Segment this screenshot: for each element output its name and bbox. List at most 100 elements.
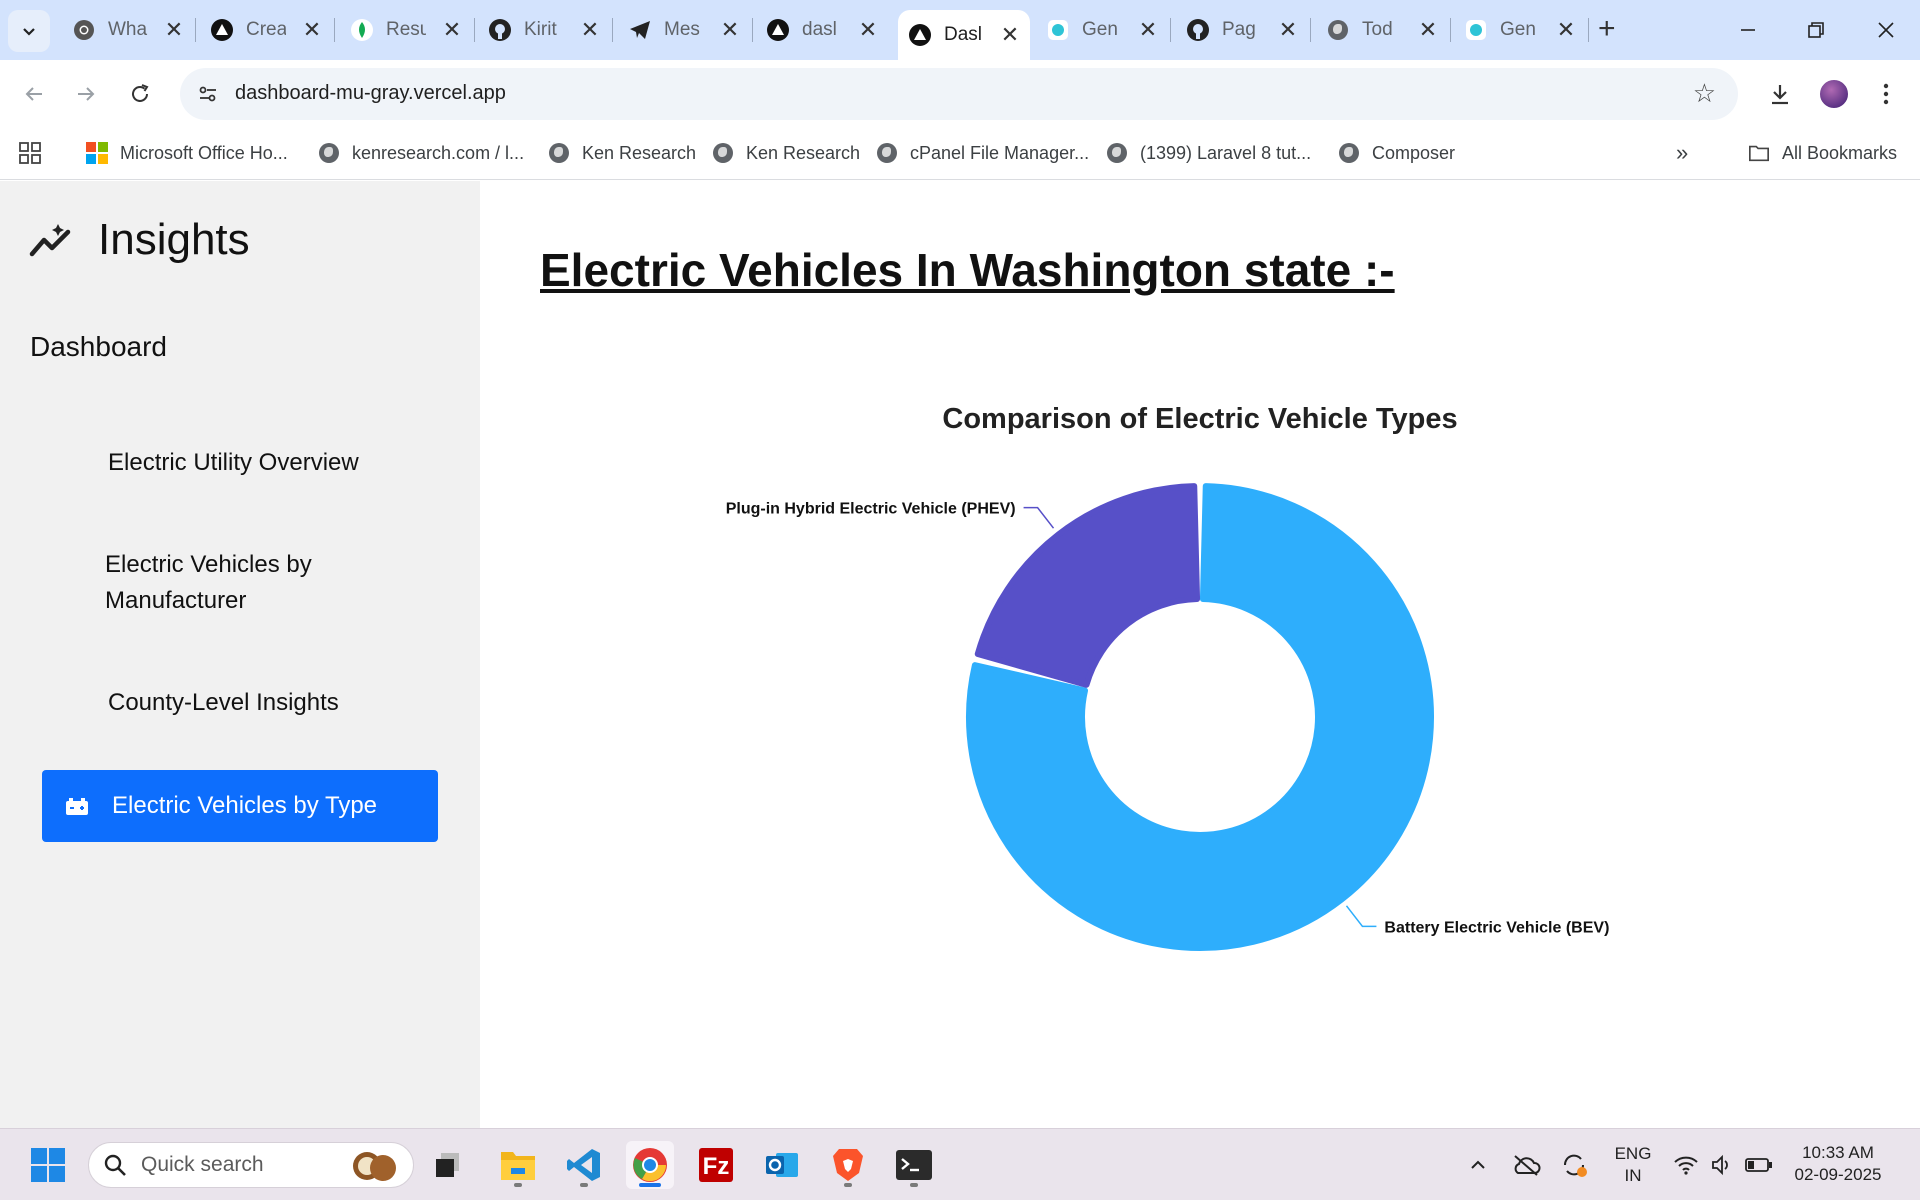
sidebar-item-county-level-insights[interactable]: County-Level Insights <box>108 685 339 721</box>
bookmark-item[interactable]: Composer <box>1338 138 1455 168</box>
close-icon[interactable]: ✕ <box>720 17 740 43</box>
sidebar-item-label: Manufacturer <box>105 587 247 614</box>
tab-8[interactable]: Pag ✕ <box>1176 10 1308 50</box>
close-icon[interactable]: ✕ <box>1000 22 1020 48</box>
reload-button[interactable] <box>122 76 158 112</box>
taskbar-app-outlook[interactable] <box>758 1141 806 1189</box>
close-window-button[interactable] <box>1858 8 1914 52</box>
more-bookmarks-button[interactable]: » <box>1676 138 1688 168</box>
globe-icon <box>1326 18 1350 42</box>
gemini-icon <box>1046 18 1070 42</box>
bookmark-star-icon[interactable]: ☆ <box>1693 78 1716 109</box>
clock-time: 10:33 AM <box>1802 1143 1874 1162</box>
reload-icon <box>132 84 149 102</box>
coconut-widget-icon <box>353 1152 396 1181</box>
tab-separator <box>612 18 613 42</box>
sidebar-item-electric-utility-overview[interactable]: Electric Utility Overview <box>108 445 359 481</box>
tab-title: dasl <box>802 19 837 40</box>
tab-2[interactable]: Resu ✕ <box>340 10 472 50</box>
bookmark-item[interactable]: Microsoft Office Ho... <box>86 138 288 168</box>
vscode-icon <box>567 1149 600 1181</box>
taskbar-app-chrome[interactable] <box>626 1141 674 1189</box>
sidebar-item-label: County-Level Insights <box>108 689 339 716</box>
chevron-down-icon <box>23 28 35 36</box>
forward-button[interactable] <box>68 76 104 112</box>
leader-line-plug-in-hybrid-electric-vehicle-phev <box>1023 506 1055 529</box>
task-view-button[interactable] <box>424 1141 472 1189</box>
taskbar-search[interactable]: Quick search <box>88 1142 414 1188</box>
apps-button[interactable] <box>18 138 42 168</box>
minimize-button[interactable] <box>1720 8 1776 52</box>
taskbar-app-vscode[interactable] <box>560 1141 608 1189</box>
chrome-icon <box>633 1148 667 1182</box>
vercel-icon <box>766 18 790 42</box>
github-icon <box>1186 18 1210 42</box>
close-icon[interactable]: ✕ <box>302 17 322 43</box>
car-battery-icon <box>66 798 88 815</box>
battery-icon <box>1744 1158 1772 1172</box>
insights-chart-icon <box>29 224 71 257</box>
windows-logo-icon <box>31 1148 65 1182</box>
profile-button[interactable] <box>1816 76 1852 112</box>
tab-search-button[interactable] <box>8 10 50 52</box>
bookmark-item[interactable]: kenresearch.com / l... <box>318 138 524 168</box>
tab-title: Dasl <box>944 24 983 45</box>
onedrive-button[interactable] <box>1502 1141 1550 1189</box>
tab-9[interactable]: Tod ✕ <box>1316 10 1448 50</box>
brand-title: Insights <box>98 215 250 264</box>
close-icon[interactable]: ✕ <box>1418 17 1438 43</box>
site-info-icon[interactable] <box>194 80 222 108</box>
sync-status-button[interactable] <box>1550 1141 1598 1189</box>
tab-6-active[interactable]: Dasl ✕ <box>898 10 1030 60</box>
taskbar-app-brave[interactable] <box>824 1141 872 1189</box>
all-bookmarks-button[interactable]: All Bookmarks <box>1748 138 1897 168</box>
sidebar-item-electric-vehicles-by-manufacturer[interactable]: Electric Vehicles by Manufacturer <box>105 547 312 619</box>
sidebar-section-dashboard[interactable]: Dashboard <box>30 331 167 363</box>
volume-icon <box>1712 1154 1728 1176</box>
close-icon[interactable]: ✕ <box>1556 17 1576 43</box>
bookmark-item[interactable]: (1399) Laravel 8 tut... <box>1106 138 1311 168</box>
show-hidden-icons-button[interactable] <box>1454 1141 1502 1189</box>
new-tab-button[interactable]: + <box>1598 12 1616 46</box>
downloads-button[interactable] <box>1762 76 1798 112</box>
tab-0[interactable]: Wha ✕ <box>62 10 194 50</box>
tab-5[interactable]: dasl ✕ <box>756 10 888 50</box>
close-icon[interactable]: ✕ <box>442 17 462 43</box>
download-icon <box>1772 85 1788 105</box>
back-button[interactable] <box>16 76 52 112</box>
sidebar-item-electric-vehicles-by-type[interactable]: Electric Vehicles by Type <box>42 770 438 842</box>
address-bar[interactable]: dashboard-mu-gray.vercel.app ☆ <box>180 68 1738 120</box>
taskbar-app-terminal[interactable] <box>890 1141 938 1189</box>
telegram-icon <box>628 18 652 42</box>
bookmark-item[interactable]: Ken Research <box>548 138 696 168</box>
terminal-icon <box>896 1150 932 1180</box>
start-button[interactable] <box>24 1141 72 1189</box>
tab-3[interactable]: Kirit ✕ <box>478 10 610 50</box>
clock[interactable]: 10:33 AM 02-09-2025 <box>1778 1142 1898 1186</box>
brand[interactable]: Insights <box>28 215 250 265</box>
close-icon[interactable]: ✕ <box>1138 17 1158 43</box>
globe-icon <box>318 142 340 164</box>
bookmark-item[interactable]: cPanel File Manager... <box>876 138 1089 168</box>
taskbar-app-file-explorer[interactable] <box>494 1141 542 1189</box>
globe-icon <box>1338 142 1360 164</box>
bookmark-label: (1399) Laravel 8 tut... <box>1140 142 1312 163</box>
close-icon[interactable]: ✕ <box>164 17 184 43</box>
bookmark-item[interactable]: Ken Research <box>712 138 860 168</box>
browser-menu-button[interactable] <box>1868 76 1904 112</box>
main-content: Electric Vehicles In Washington state :-… <box>480 181 1920 1128</box>
tab-title: Tod <box>1362 19 1393 40</box>
url-text[interactable]: dashboard-mu-gray.vercel.app <box>235 82 506 105</box>
taskbar-app-filezilla[interactable]: Fz <box>692 1141 740 1189</box>
close-icon[interactable]: ✕ <box>1278 17 1298 43</box>
restore-button[interactable] <box>1788 8 1844 52</box>
globe-icon <box>876 142 898 164</box>
input-language-indicator[interactable]: ENG IN <box>1600 1143 1666 1187</box>
tab-4[interactable]: Mes ✕ <box>618 10 750 50</box>
tab-10[interactable]: Gen ✕ <box>1454 10 1586 50</box>
close-icon[interactable]: ✕ <box>858 17 878 43</box>
close-icon[interactable]: ✕ <box>580 17 600 43</box>
tab-7[interactable]: Gen ✕ <box>1036 10 1168 50</box>
quick-settings-button[interactable] <box>1668 1141 1778 1189</box>
tab-1[interactable]: Crea ✕ <box>200 10 332 50</box>
